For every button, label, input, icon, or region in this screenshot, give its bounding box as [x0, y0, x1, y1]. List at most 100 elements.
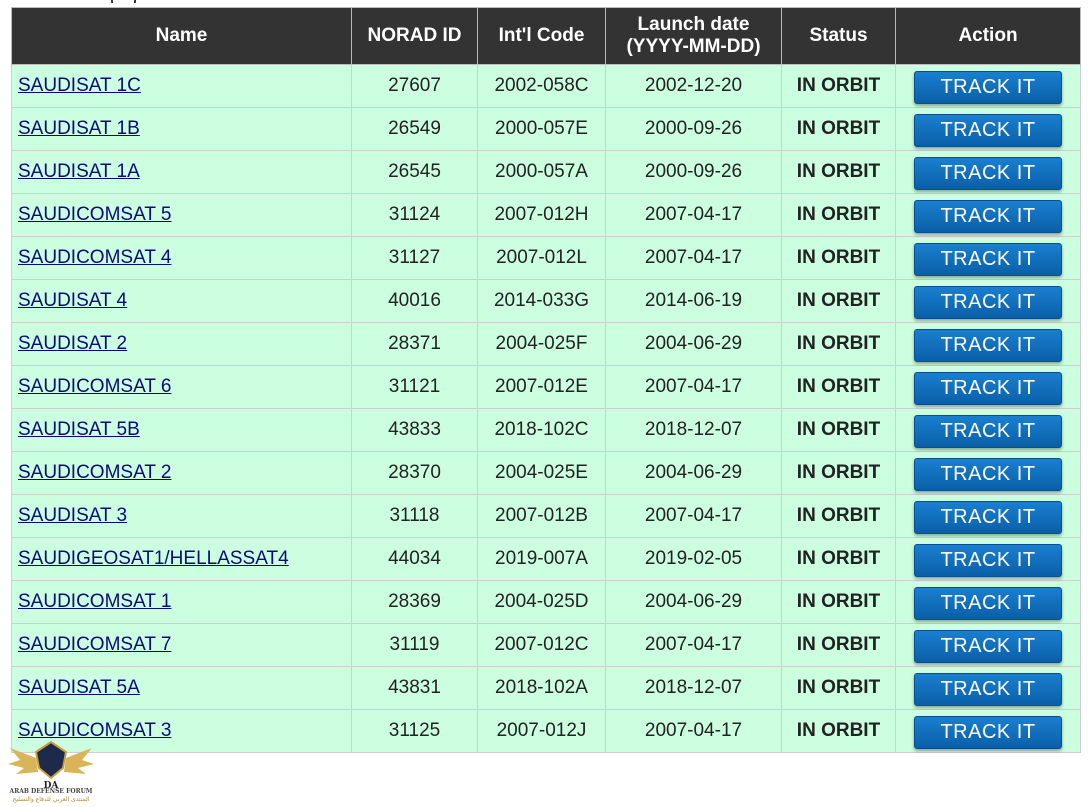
satellite-name-link[interactable]: SAUDICOMSAT 2 [18, 462, 171, 483]
cell-name: SAUDISAT 1A [11, 150, 352, 194]
cell-action: TRACK IT [895, 666, 1081, 710]
cell-launch-date: 2007-04-17 [605, 193, 782, 237]
cell-name: SAUDICOMSAT 4 [11, 236, 352, 280]
table-header-row: Name NORAD ID Int'l Code Launch date (YY… [11, 7, 1081, 65]
watermark-line1: ARAB DEFENSE FORUM [9, 788, 93, 795]
cell-action: TRACK IT [895, 623, 1081, 667]
satellite-name-link[interactable]: SAUDISAT 5B [18, 419, 140, 440]
header-norad-id[interactable]: NORAD ID [351, 7, 478, 65]
cell-name: SAUDICOMSAT 7 [11, 623, 352, 667]
track-it-button[interactable]: TRACK IT [914, 157, 1062, 190]
satellite-name-link[interactable]: SAUDISAT 4 [18, 290, 127, 311]
cell-intl-code: 2014-033G [477, 279, 606, 323]
satellite-name-link[interactable]: SAUDICOMSAT 7 [18, 634, 171, 655]
track-it-button[interactable]: TRACK IT [914, 200, 1062, 233]
cell-action: TRACK IT [895, 107, 1081, 151]
cell-norad-id: 43833 [351, 408, 478, 452]
track-it-button[interactable]: TRACK IT [914, 544, 1062, 577]
satellite-name-link[interactable]: SAUDISAT 2 [18, 333, 127, 354]
table-body: SAUDISAT 1C 27607 2002-058C 2002-12-20 IN OR… [11, 64, 1081, 753]
satellite-name-link[interactable]: SAUDISAT 1A [18, 161, 140, 182]
table-row: SAUDICOMSAT 7 31119 2007-012C 2007-04-17 IN … [11, 623, 1081, 667]
cell-action: TRACK IT [895, 365, 1081, 409]
cell-norad-id: 43831 [351, 666, 478, 710]
cell-norad-id: 31121 [351, 365, 478, 409]
table-row: SAUDISAT 5B 43833 2018-102C 2018-12-07 IN OR… [11, 408, 1081, 452]
track-it-button[interactable]: TRACK IT [914, 716, 1062, 749]
satellite-name-link[interactable]: SAUDISAT 1C [18, 75, 141, 96]
track-it-button[interactable]: TRACK IT [914, 501, 1062, 534]
cell-action: TRACK IT [895, 193, 1081, 237]
header-launch-date[interactable]: Launch date (YYYY-MM-DD) [605, 7, 782, 65]
satellite-name-link[interactable]: SAUDIGEOSAT1/HELLASSAT4 [18, 548, 289, 569]
cell-intl-code: 2007-012B [477, 494, 606, 538]
cell-intl-code: 2004-025E [477, 451, 606, 495]
cell-intl-code: 2018-102C [477, 408, 606, 452]
cell-norad-id: 28371 [351, 322, 478, 366]
track-it-button[interactable]: TRACK IT [914, 286, 1062, 319]
header-status[interactable]: Status [781, 7, 896, 65]
satellite-name-link[interactable]: SAUDICOMSAT 6 [18, 376, 171, 397]
satellite-name-link[interactable]: SAUDISAT 1B [18, 118, 140, 139]
track-it-button[interactable]: TRACK IT [914, 329, 1062, 362]
cell-name: SAUDICOMSAT 2 [11, 451, 352, 495]
header-intl-code[interactable]: Int'l Code [477, 7, 606, 65]
table-row: SAUDICOMSAT 4 31127 2007-012L 2007-04-17 IN … [11, 236, 1081, 280]
satellite-name-link[interactable]: SAUDISAT 5A [18, 677, 140, 698]
header-action: Action [895, 7, 1081, 65]
watermark-line2: المنتدى العربي للدفاع والتسليح [12, 796, 90, 803]
cell-action: TRACK IT [895, 279, 1081, 323]
cell-status: IN ORBIT [781, 709, 896, 753]
cell-launch-date: 2004-06-29 [605, 322, 782, 366]
cell-launch-date: 2007-04-17 [605, 365, 782, 409]
track-it-button[interactable]: TRACK IT [914, 372, 1062, 405]
track-it-button[interactable]: TRACK IT [914, 243, 1062, 276]
cell-launch-date: 2007-04-17 [605, 236, 782, 280]
cell-norad-id: 44034 [351, 537, 478, 581]
track-it-button[interactable]: TRACK IT [914, 587, 1062, 620]
track-it-button[interactable]: TRACK IT [914, 458, 1062, 491]
cell-intl-code: 2000-057A [477, 150, 606, 194]
cell-launch-date: 2014-06-19 [605, 279, 782, 323]
cell-launch-date: 2004-06-29 [605, 580, 782, 624]
cell-action: TRACK IT [895, 64, 1081, 108]
cell-name: SAUDISAT 1C [11, 64, 352, 108]
cell-action: TRACK IT [895, 408, 1081, 452]
table-row: SAUDISAT 2 28371 2004-025F 2004-06-29 IN ORB… [11, 322, 1081, 366]
satellite-name-link[interactable]: SAUDICOMSAT 1 [18, 591, 171, 612]
cell-intl-code: 2018-102A [477, 666, 606, 710]
cell-status: IN ORBIT [781, 193, 896, 237]
track-it-button[interactable]: TRACK IT [914, 114, 1062, 147]
cell-norad-id: 31124 [351, 193, 478, 237]
cell-norad-id: 26545 [351, 150, 478, 194]
header-name[interactable]: Name [11, 7, 352, 65]
cell-name: SAUDICOMSAT 5 [11, 193, 352, 237]
cell-intl-code: 2007-012C [477, 623, 606, 667]
track-it-button[interactable]: TRACK IT [914, 673, 1062, 706]
cell-launch-date: 2007-04-17 [605, 709, 782, 753]
satellite-name-link[interactable]: SAUDICOMSAT 4 [18, 247, 171, 268]
cell-name: SAUDISAT 2 [11, 322, 352, 366]
cell-name: SAUDISAT 4 [11, 279, 352, 323]
satellite-name-link[interactable]: SAUDICOMSAT 5 [18, 204, 171, 225]
table-row: SAUDISAT 3 31118 2007-012B 2007-04-17 IN ORB… [11, 494, 1081, 538]
table-row: SAUDICOMSAT 5 31124 2007-012H 2007-04-17 IN … [11, 193, 1081, 237]
track-it-button[interactable]: TRACK IT [914, 630, 1062, 663]
track-it-button[interactable]: TRACK IT [914, 415, 1062, 448]
cell-action: TRACK IT [895, 494, 1081, 538]
table-row: SAUDISAT 4 40016 2014-033G 2014-06-19 IN ORB… [11, 279, 1081, 323]
cell-intl-code: 2007-012E [477, 365, 606, 409]
cell-action: TRACK IT [895, 709, 1081, 753]
table-row: SAUDISAT 5A 43831 2018-102A 2018-12-07 IN OR… [11, 666, 1081, 710]
cell-intl-code: 2007-012H [477, 193, 606, 237]
cell-action: TRACK IT [895, 451, 1081, 495]
table-row: SAUDIGEOSAT1/HELLASSAT4 44034 2019-007A 201… [11, 537, 1081, 581]
satellite-name-link[interactable]: SAUDISAT 3 [18, 505, 127, 526]
cell-launch-date: 2007-04-17 [605, 494, 782, 538]
cell-intl-code: 2007-012J [477, 709, 606, 753]
cell-status: IN ORBIT [781, 537, 896, 581]
table-row: SAUDICOMSAT 6 31121 2007-012E 2007-04-17 IN … [11, 365, 1081, 409]
track-it-button[interactable]: TRACK IT [914, 71, 1062, 104]
cell-intl-code: 2004-025F [477, 322, 606, 366]
cell-action: TRACK IT [895, 150, 1081, 194]
